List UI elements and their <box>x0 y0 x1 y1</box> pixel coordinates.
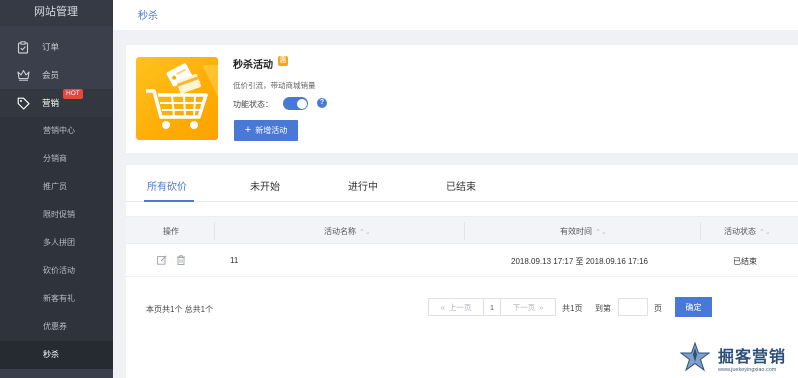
column-divider <box>214 222 215 240</box>
sidebar-subitem-marketing-center[interactable]: 营销中心 <box>0 117 113 145</box>
sidebar-subitem-group-buy[interactable]: 多人拼团 <box>0 229 113 257</box>
sidebar-title: 网站管理 <box>0 0 113 26</box>
confirm-goto-button[interactable]: 确定 <box>675 297 712 317</box>
delete-icon[interactable] <box>176 255 186 265</box>
edit-icon[interactable] <box>157 255 167 265</box>
sort-icon: ⌃⌄ <box>759 229 771 236</box>
column-divider <box>700 222 701 240</box>
column-header-name[interactable]: 活动名称 ⌃⌄ <box>324 226 371 237</box>
tab-bar: 所有砍价 未开始 进行中 已结束 <box>126 165 798 202</box>
status-label: 功能状态： <box>233 100 273 109</box>
prev-page-button[interactable]: « 上一页 <box>428 298 484 316</box>
activity-name-cell: 11 <box>230 256 239 265</box>
status-toggle[interactable] <box>283 97 308 110</box>
plus-icon: + <box>244 124 252 136</box>
sidebar-subitem-flash-promo[interactable]: 限时促销 <box>0 201 113 229</box>
sidebar-subitem-new-customer-gift[interactable]: 新客有礼 <box>0 285 113 313</box>
prev-arrow-icon: « <box>440 302 445 312</box>
shopping-cart-icon <box>136 57 218 140</box>
sidebar: 网站管理 订单 会员 营销 HOT 营销中心 分销商 推广员 限时促销 多人拼团… <box>0 0 113 378</box>
total-pages: 共1页 <box>562 304 583 313</box>
sidebar-item-label: 营销 <box>42 98 60 108</box>
top-bar: 秒杀 <box>113 0 798 30</box>
sort-icon: ⌃⌄ <box>595 229 607 236</box>
tab-not-started[interactable]: 未开始 <box>250 178 280 193</box>
column-header-valid-time[interactable]: 有效时间 ⌃⌄ <box>560 226 607 237</box>
sidebar-item-marketing[interactable]: 营销 HOT <box>0 89 113 117</box>
sidebar-item-members[interactable]: 会员 <box>0 61 113 89</box>
table-row: 11 2018.09.13 17:17 至 2018.09.16 17:16 已… <box>126 245 798 277</box>
sidebar-subitem-distributor[interactable]: 分销商 <box>0 145 113 173</box>
prev-page-label: 上一页 <box>448 302 472 312</box>
next-page-label: 下一页 <box>512 302 536 312</box>
star-logo-icon <box>680 342 710 372</box>
tag-icon <box>16 96 30 110</box>
sidebar-item-orders[interactable]: 订单 <box>0 33 113 61</box>
column-header-label: 活动状态 <box>724 227 756 236</box>
sidebar-subitem-bargain[interactable]: 砍价活动 <box>0 257 113 285</box>
sidebar-item-label: 订单 <box>42 42 60 52</box>
valid-time-cell: 2018.09.13 17:17 至 2018.09.16 17:16 <box>511 257 649 266</box>
table-header: 操作 活动名称 ⌃⌄ 有效时间 ⌃⌄ 活动状态 ⌃⌄ <box>126 216 798 244</box>
status-cell: 已结束 <box>733 257 757 266</box>
watermark-url: www.juekeyingxiao.com <box>718 367 777 373</box>
crown-icon <box>16 68 30 82</box>
sidebar-subitem-promoter[interactable]: 推广员 <box>0 173 113 201</box>
next-arrow-icon: » <box>539 302 544 312</box>
hot-badge: HOT <box>63 89 83 99</box>
card-description: 低价引流，带动商城销量 <box>233 81 316 90</box>
card-title: 秒杀活动 <box>233 60 273 71</box>
page-unit-label: 页 <box>654 304 662 313</box>
goto-label: 到第 <box>595 304 611 313</box>
clipboard-icon <box>16 40 30 54</box>
sort-icon: ⌃⌄ <box>359 229 371 236</box>
sidebar-subitem-seckill[interactable]: 秒杀 <box>0 341 113 369</box>
watermark: 掘客营销 www.juekeyingxiao.com <box>680 340 798 378</box>
column-header-status[interactable]: 活动状态 ⌃⌄ <box>724 226 771 237</box>
add-activity-button[interactable]: + 新增活动 <box>234 120 298 141</box>
column-header-label: 有效时间 <box>560 227 592 236</box>
page-number-button[interactable]: 1 <box>483 298 501 316</box>
watermark-brand: 掘客营销 <box>718 349 787 366</box>
breadcrumb[interactable]: 秒杀 <box>138 7 158 22</box>
column-header-actions: 操作 <box>163 227 179 236</box>
pagination-summary: 本页共1个 总共1个 <box>146 305 214 314</box>
next-page-button[interactable]: 下一页 » <box>500 298 556 316</box>
help-icon[interactable]: ? <box>317 98 327 108</box>
tab-ended[interactable]: 已结束 <box>446 178 476 193</box>
column-divider <box>464 222 465 240</box>
sidebar-subitem-coupons[interactable]: 优惠券 <box>0 313 113 341</box>
sidebar-item-label: 会员 <box>42 70 60 80</box>
activity-card: 秒杀活动 惠 低价引流，带动商城销量 功能状态： ? + 新增活动 <box>126 45 798 153</box>
tab-all[interactable]: 所有砍价 <box>147 178 187 193</box>
active-tab-indicator <box>144 200 194 202</box>
column-header-label: 活动名称 <box>324 227 356 236</box>
discount-badge-icon: 惠 <box>278 56 288 66</box>
goto-page-input[interactable] <box>618 298 648 316</box>
tab-in-progress[interactable]: 进行中 <box>348 178 378 193</box>
toggle-knob <box>296 98 307 109</box>
add-activity-label: 新增活动 <box>255 126 288 135</box>
